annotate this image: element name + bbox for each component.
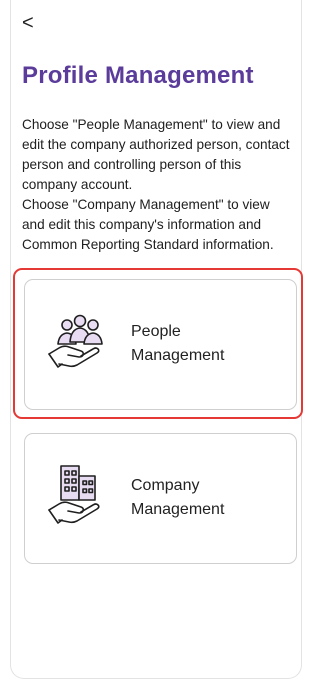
description: Choose "People Management" to view and e… <box>22 115 292 255</box>
company-management-label: Company Management <box>131 477 225 518</box>
people-management-card[interactable]: People Management <box>24 279 297 410</box>
company-management-card[interactable]: Company Management <box>24 433 297 564</box>
chevron-left-icon: < <box>22 12 34 34</box>
back-button[interactable]: < <box>22 12 38 34</box>
page-title: Profile Management <box>22 62 254 89</box>
people-in-hand-icon <box>48 314 103 368</box>
description-people: Choose "People Management" to view and e… <box>22 117 290 192</box>
buildings-in-hand-icon <box>48 465 100 524</box>
people-management-label: People Management <box>131 323 225 364</box>
description-company: Choose "Company Management" to view and … <box>22 197 274 252</box>
